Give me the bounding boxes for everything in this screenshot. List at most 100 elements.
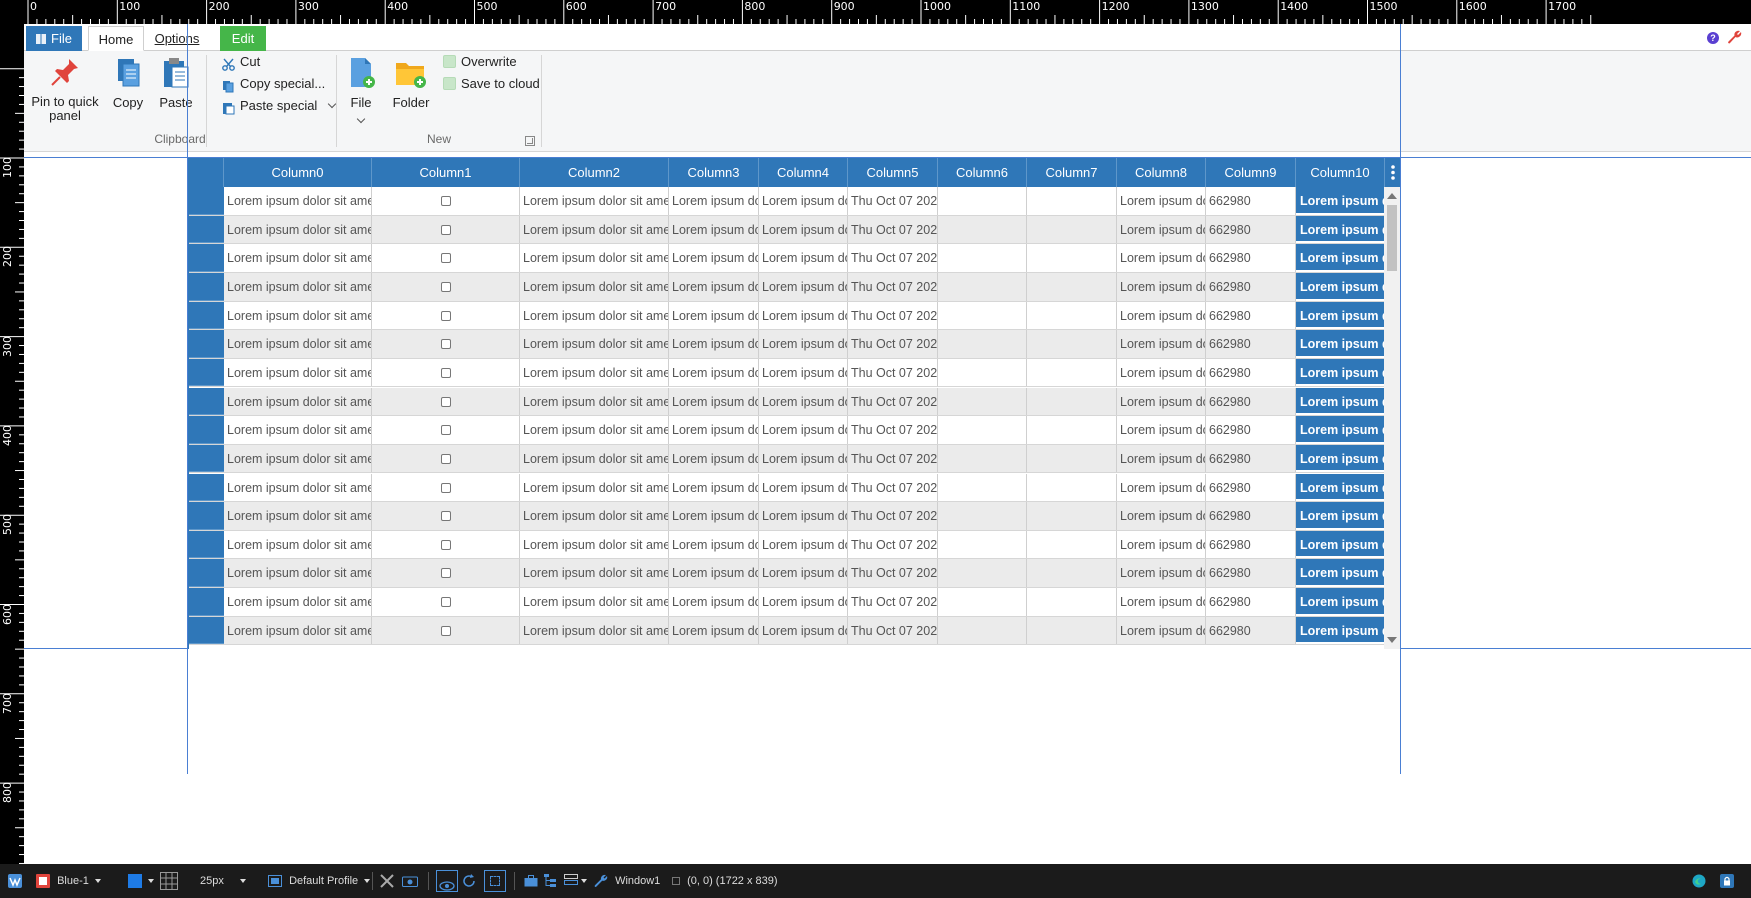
row-action-button[interactable]: Lorem ipsum do (1296, 330, 1385, 358)
row-action-button[interactable]: Lorem ipsum do (1296, 502, 1385, 530)
copy-special-button[interactable]: Copy special... (220, 73, 325, 95)
table-cell[interactable]: Lorem ipsum dol (669, 272, 759, 301)
overwrite-checkbox[interactable]: Overwrite (441, 51, 517, 73)
table-cell[interactable]: Lorem ipsum dol (759, 330, 848, 358)
table-cell[interactable] (1027, 616, 1117, 645)
tab-edit[interactable]: Edit (220, 26, 266, 51)
table-cell[interactable]: Lorem ipsum dol (1117, 301, 1206, 330)
table-cell[interactable] (1027, 187, 1117, 215)
left-ruler[interactable]: 100 200 300 400 500 600 700 800 (0, 24, 24, 864)
table-cell[interactable]: Lorem ipsum dol (1117, 387, 1206, 416)
table-cell[interactable]: Thu Oct 07 2021 (848, 244, 938, 272)
table-cell[interactable] (938, 444, 1027, 473)
table-cell[interactable]: Lorem ipsum dol (759, 616, 848, 645)
row-header[interactable] (189, 444, 224, 473)
table-cell[interactable] (1027, 301, 1117, 330)
table-cell[interactable]: Lorem ipsum dol (759, 244, 848, 272)
table-cell[interactable]: 662980 (1206, 387, 1296, 416)
table-cell[interactable]: Lorem ipsum dolor sit amet, (520, 416, 669, 444)
table-cell[interactable] (938, 358, 1027, 387)
row-action-button[interactable]: Lorem ipsum do (1296, 444, 1385, 473)
table-cell[interactable] (938, 416, 1027, 444)
table-cell[interactable]: Thu Oct 07 2021 (848, 559, 938, 588)
profile-selector[interactable]: Default Profile (268, 864, 371, 898)
table-cell[interactable]: Lorem ipsum dol (669, 330, 759, 358)
table-cell[interactable] (938, 502, 1027, 530)
table-cell[interactable] (938, 473, 1027, 502)
table-row[interactable]: Lorem ipsum dolor sit amet, Lorem ipsum d… (189, 616, 1385, 646)
row-checkbox[interactable] (440, 396, 451, 407)
table-cell[interactable]: 662980 (1206, 301, 1296, 330)
table-cell[interactable] (1027, 215, 1117, 244)
table-row[interactable]: Lorem ipsum dolor sit amet, Lorem ipsum d… (189, 588, 1385, 617)
table-row[interactable]: Lorem ipsum dolor sit amet, Lorem ipsum d… (189, 530, 1385, 560)
table-cell[interactable] (1027, 502, 1117, 530)
row-action-button[interactable]: Lorem ipsum do (1296, 187, 1385, 215)
table-row[interactable]: Lorem ipsum dolor sit amet, Lorem ipsum d… (189, 387, 1385, 417)
table-cell[interactable]: Thu Oct 07 2021 (848, 616, 938, 645)
tab-home[interactable]: Home (88, 26, 144, 51)
row-action-button[interactable]: Lorem ipsum do (1296, 301, 1385, 330)
table-cell[interactable]: Thu Oct 07 2021 (848, 530, 938, 559)
table-cell[interactable] (938, 244, 1027, 272)
table-row[interactable]: Lorem ipsum dolor sit amet, Lorem ipsum d… (189, 416, 1385, 445)
table-cell[interactable]: Lorem ipsum dolor sit amet, (224, 559, 372, 588)
table-cell[interactable]: Lorem ipsum dolor sit amet, (520, 616, 669, 645)
row-checkbox[interactable] (440, 367, 451, 378)
table-cell[interactable] (1027, 530, 1117, 559)
table-cell[interactable]: Lorem ipsum dol (1117, 358, 1206, 387)
table-cell[interactable]: Lorem ipsum dolor sit amet, (520, 187, 669, 215)
row-checkbox[interactable] (440, 482, 451, 493)
table-cell[interactable] (938, 215, 1027, 244)
table-cell[interactable]: Lorem ipsum dol (1117, 559, 1206, 588)
row-header[interactable] (189, 215, 224, 244)
table-cell[interactable]: Lorem ipsum dol (1117, 244, 1206, 272)
table-cell[interactable]: 662980 (1206, 588, 1296, 616)
table-cell[interactable]: Thu Oct 07 2021 (848, 502, 938, 530)
row-checkbox[interactable] (440, 253, 451, 264)
table-cell[interactable]: 662980 (1206, 530, 1296, 559)
wrench-icon[interactable] (1727, 29, 1743, 45)
vertical-guide-right[interactable] (1400, 24, 1401, 774)
table-cell[interactable]: Lorem ipsum dol (759, 187, 848, 215)
row-header[interactable] (189, 272, 224, 301)
table-cell[interactable]: Lorem ipsum dol (759, 559, 848, 588)
tree-view-icon[interactable] (544, 864, 558, 898)
table-cell[interactable] (372, 559, 520, 588)
toolbox-icon[interactable] (524, 864, 538, 898)
app-logo-icon[interactable] (8, 864, 22, 898)
copy-button[interactable]: Copy (108, 55, 148, 110)
new-folder-button[interactable]: Folder (389, 55, 433, 110)
table-cell[interactable]: 662980 (1206, 444, 1296, 473)
table-cell[interactable]: Lorem ipsum dol (1117, 530, 1206, 559)
table-cell[interactable]: 662980 (1206, 416, 1296, 444)
table-cell[interactable]: 662980 (1206, 272, 1296, 301)
row-header[interactable] (189, 416, 224, 444)
table-cell[interactable] (938, 301, 1027, 330)
table-cell[interactable]: Lorem ipsum dol (669, 559, 759, 588)
new-group-launcher-icon[interactable] (525, 136, 535, 146)
table-cell[interactable] (372, 215, 520, 244)
row-checkbox[interactable] (440, 511, 451, 522)
overwrite-checkbox-box[interactable] (443, 55, 456, 68)
table-cell[interactable]: Thu Oct 07 2021 (848, 301, 938, 330)
row-checkbox[interactable] (440, 568, 451, 579)
table-cell[interactable]: 662980 (1206, 358, 1296, 387)
table-cell[interactable]: Lorem ipsum dolor sit amet, (520, 530, 669, 559)
table-cell[interactable] (1027, 244, 1117, 272)
table-cell[interactable]: Thu Oct 07 2021 (848, 187, 938, 215)
table-cell[interactable]: Lorem ipsum dol (1117, 502, 1206, 530)
row-checkbox[interactable] (440, 224, 451, 235)
table-cell[interactable]: Lorem ipsum dol (1117, 588, 1206, 616)
table-cell[interactable] (372, 330, 520, 358)
lock-icon[interactable] (1720, 864, 1734, 898)
table-row[interactable]: Lorem ipsum dolor sit amet, Lorem ipsum d… (189, 473, 1385, 503)
table-row[interactable]: Lorem ipsum dolor sit amet, Lorem ipsum d… (189, 330, 1385, 359)
paste-special-button[interactable]: Paste special (220, 95, 337, 117)
table-cell[interactable]: Lorem ipsum dol (1117, 416, 1206, 444)
table-cell[interactable]: 662980 (1206, 187, 1296, 215)
table-cell[interactable] (1027, 444, 1117, 473)
paste-button[interactable]: Paste (156, 55, 196, 110)
column-header-9[interactable]: Column9 (1206, 158, 1296, 187)
table-cell[interactable]: Lorem ipsum dolor sit amet, (224, 588, 372, 616)
